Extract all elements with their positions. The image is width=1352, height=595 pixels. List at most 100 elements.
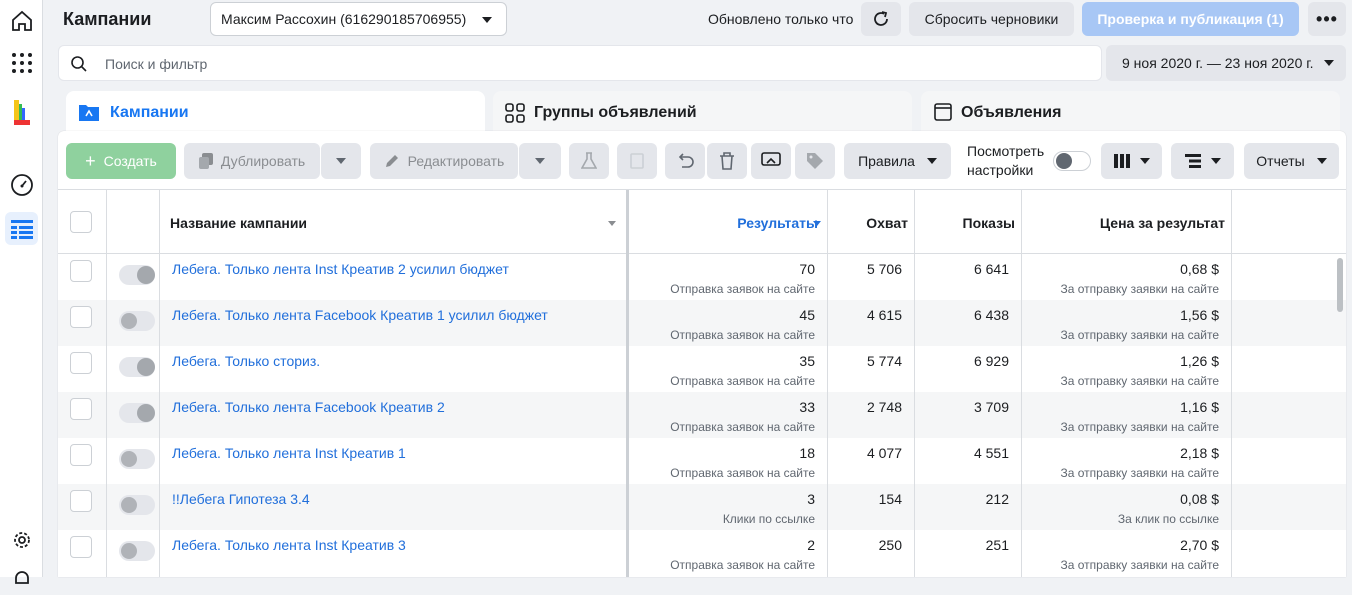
cost-value: 0,08 $ [1180, 491, 1219, 507]
row-checkbox[interactable] [70, 490, 92, 512]
view-settings-toggle[interactable] [1053, 151, 1091, 171]
campaign-name-link[interactable]: !!Лебега Гипотеза 3.4 [172, 491, 310, 507]
create-button[interactable]: + Создать [66, 143, 176, 179]
duplicate-dropdown-button[interactable] [321, 143, 361, 179]
select-all-checkbox[interactable] [70, 211, 92, 233]
adsets-grid-icon [505, 103, 525, 123]
toggle-knob [121, 543, 137, 559]
impressions-value: 251 [985, 537, 1009, 553]
bell-icon[interactable] [5, 562, 38, 595]
rules-button[interactable]: Правила [844, 143, 951, 179]
view-settings-line-1: Посмотреть [967, 143, 1045, 159]
header-impressions[interactable]: Показы [915, 215, 1016, 231]
search-input[interactable]: Поиск и фильтр [58, 45, 1102, 81]
folder-icon [79, 105, 99, 121]
campaign-toggle[interactable] [119, 403, 155, 423]
undo-button[interactable] [665, 143, 705, 179]
reach-value: 5 706 [866, 261, 902, 277]
campaign-toggle[interactable] [119, 311, 155, 331]
ab-test-button[interactable] [569, 143, 609, 179]
toggle-knob [137, 358, 155, 376]
duplicate-button[interactable]: Дублировать [184, 143, 320, 179]
tag-button[interactable] [795, 143, 835, 179]
apps-grid-icon[interactable] [5, 46, 38, 79]
impressions-value: 212 [985, 491, 1009, 507]
delete-button[interactable] [707, 143, 747, 179]
table-row[interactable]: Лебега. Только лента Inst Креатив 1 18 Отп… [58, 438, 1346, 484]
columns-button[interactable] [1101, 143, 1162, 179]
header-name[interactable]: Название кампании [170, 215, 307, 231]
campaign-name-link[interactable]: Лебега. Только лента Inst Креатив 2 усил… [172, 261, 509, 277]
vertical-scrollbar[interactable] [1337, 258, 1343, 312]
rules-label: Правила [858, 153, 915, 169]
column-divider [827, 190, 828, 577]
header-reach[interactable]: Охват [828, 215, 908, 231]
reports-button[interactable]: Отчеты [1244, 143, 1339, 179]
table-icon[interactable] [5, 212, 38, 245]
header-results[interactable]: Результаты [728, 215, 818, 231]
account-select[interactable]: Максим Рассохин (616290185706955) [210, 2, 507, 36]
row-checkbox[interactable] [70, 444, 92, 466]
breakdown-button[interactable] [1171, 143, 1234, 179]
results-value: 33 [799, 399, 815, 415]
undo-icon [678, 153, 694, 168]
date-range-label: 9 ноя 2020 г. — 23 ноя 2020 г. [1122, 55, 1314, 71]
gear-icon[interactable] [5, 523, 38, 556]
toggle-knob [121, 497, 137, 513]
table-row[interactable]: Лебега. Только сториз. 35 Отправка заявок … [58, 346, 1346, 392]
archive-icon [630, 153, 644, 169]
table-row[interactable]: Лебега. Только лента Inst Креатив 2 усил… [58, 254, 1346, 300]
tab-adsets[interactable]: Группы объявлений [493, 91, 912, 133]
tab-campaigns[interactable]: Кампании [66, 91, 485, 133]
campaign-name-link[interactable]: Лебега. Только лента Inst Креатив 3 [172, 537, 406, 553]
gauge-icon[interactable] [5, 168, 38, 201]
table-row[interactable]: Лебега. Только лента Facebook Креатив 1 … [58, 300, 1346, 346]
frozen-column-divider[interactable] [626, 190, 629, 577]
chevron-down-icon [482, 17, 492, 23]
cost-value: 1,16 $ [1180, 399, 1219, 415]
table-row[interactable]: Лебега. Только лента Inst Креатив 3 2 Отпр… [58, 530, 1346, 576]
campaign-toggle[interactable] [119, 495, 155, 515]
row-checkbox[interactable] [70, 536, 92, 558]
preview-button[interactable] [751, 143, 791, 179]
home-icon[interactable] [5, 4, 38, 37]
tab-adsets-label: Группы объявлений [534, 104, 697, 121]
refresh-button[interactable] [861, 2, 901, 36]
row-checkbox[interactable] [70, 352, 92, 374]
chevron-down-icon [1316, 158, 1327, 164]
header-cost[interactable]: Цена за результат [1022, 215, 1225, 231]
campaign-name-link[interactable]: Лебега. Только лента Inst Креатив 1 [172, 445, 406, 461]
results-value: 2 [807, 537, 815, 553]
table-row[interactable]: !!Лебега Гипотеза 3.4 3 Клики по ссылке 154… [58, 484, 1346, 530]
row-checkbox[interactable] [70, 306, 92, 328]
more-icon: ••• [1316, 8, 1338, 29]
review-publish-button[interactable]: Проверка и публикация (1) [1082, 2, 1299, 36]
table-row[interactable]: Лебега. Только лента Facebook Креатив 2 3… [58, 392, 1346, 438]
tab-campaigns-label: Кампании [110, 104, 189, 121]
column-divider [914, 190, 915, 577]
campaign-toggle[interactable] [119, 265, 155, 285]
tab-ads[interactable]: Объявления [921, 91, 1340, 133]
breakdown-icon [1184, 154, 1201, 168]
campaign-toggle[interactable] [119, 541, 155, 561]
sort-caret-icon[interactable] [608, 221, 616, 226]
date-range-picker[interactable]: 9 ноя 2020 г. — 23 ноя 2020 г. [1106, 45, 1346, 81]
campaign-toggle[interactable] [119, 357, 155, 377]
edit-button[interactable]: Редактировать [370, 143, 518, 179]
brand-logo-icon[interactable] [5, 96, 38, 129]
campaign-toggle[interactable] [119, 449, 155, 469]
cost-type: За клик по ссылке [1117, 512, 1219, 526]
cost-value: 2,18 $ [1180, 445, 1219, 461]
cost-type: За отправку заявки на сайте [1060, 282, 1219, 296]
campaign-name-link[interactable]: Лебега. Только сториз. [172, 353, 320, 369]
discard-drafts-button[interactable]: Сбросить черновики [909, 2, 1074, 36]
archive-button[interactable] [617, 143, 657, 179]
row-checkbox[interactable] [70, 398, 92, 420]
create-label: Создать [103, 153, 157, 169]
campaign-name-link[interactable]: Лебега. Только лента Facebook Креатив 1 … [172, 307, 548, 323]
edit-dropdown-button[interactable] [519, 143, 561, 179]
row-checkbox[interactable] [70, 260, 92, 282]
cost-type: За отправку заявки на сайте [1060, 420, 1219, 434]
campaign-name-link[interactable]: Лебега. Только лента Facebook Креатив 2 [172, 399, 445, 415]
more-button[interactable]: ••• [1308, 2, 1346, 36]
